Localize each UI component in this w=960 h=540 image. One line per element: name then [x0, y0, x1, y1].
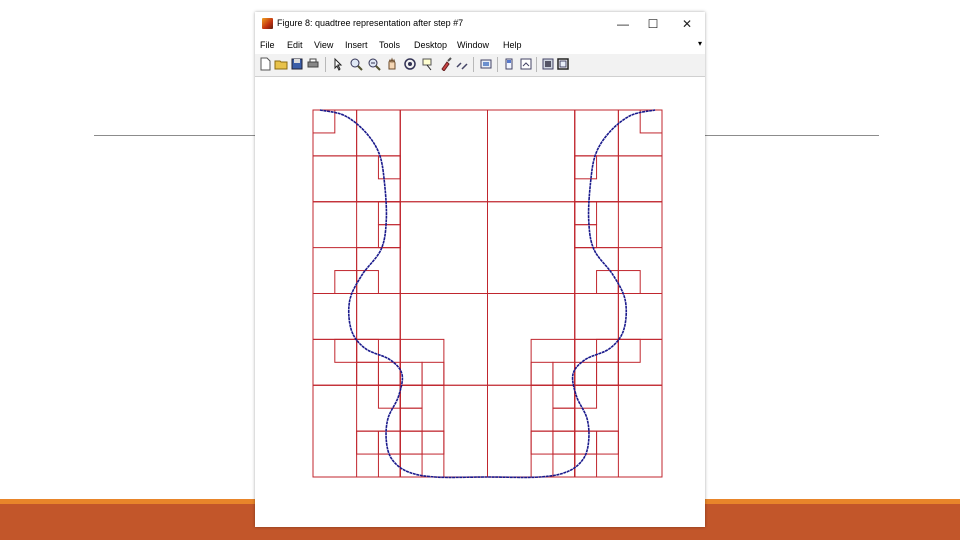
new-figure-icon[interactable] — [258, 57, 272, 71]
edit-plot-icon[interactable] — [331, 57, 345, 71]
quadtree-cell — [574, 293, 619, 340]
quadtree-cell — [487, 109, 576, 203]
quadtree-cell — [356, 430, 379, 455]
quadtree-cell — [574, 201, 598, 226]
quadtree-cell — [334, 338, 358, 363]
quadtree-cell — [399, 407, 423, 432]
quadtree-cell — [530, 361, 554, 386]
quadtree-cell — [377, 201, 401, 226]
quadtree-cell — [574, 430, 598, 455]
menu-view[interactable]: View — [314, 40, 333, 50]
figure-window: Figure 8: quadtree representation after … — [255, 12, 705, 527]
quadtree-cell — [530, 430, 554, 455]
quadtree-cell — [596, 430, 619, 455]
slide-divider-right — [704, 135, 879, 136]
menu-overflow-icon[interactable]: ▾ — [698, 39, 702, 48]
open-file-icon[interactable] — [274, 57, 288, 71]
window-title: Figure 8: quadtree representation after … — [277, 18, 464, 28]
toolbar-separator — [497, 57, 498, 72]
quadtree-cell — [399, 361, 423, 386]
close-button[interactable]: ✕ — [673, 15, 701, 33]
menu-tools[interactable]: Tools — [379, 40, 400, 50]
quadtree-cell — [617, 155, 663, 203]
quadtree-cell — [596, 361, 619, 386]
quadtree-cell — [399, 201, 488, 294]
quadtree-cell — [552, 361, 576, 386]
toolbar-separator — [473, 57, 474, 72]
menu-desktop[interactable]: Desktop — [414, 40, 447, 50]
quadtree-cell — [356, 270, 379, 294]
menu-insert[interactable]: Insert — [345, 40, 368, 50]
zoom-out-icon[interactable] — [367, 57, 381, 71]
quadtree-cell — [552, 384, 576, 409]
quadtree-cell — [377, 224, 401, 249]
insert-legend-icon[interactable] — [502, 57, 516, 71]
quadtree-cell — [487, 201, 576, 294]
menu-help[interactable]: Help — [503, 40, 522, 50]
quadtree-cell — [552, 430, 576, 455]
title-bar[interactable]: Figure 8: quadtree representation after … — [255, 12, 705, 36]
quadtree-cell — [312, 155, 358, 203]
data-cursor-icon[interactable] — [421, 57, 435, 71]
hide-plot-tools-icon[interactable] — [519, 57, 533, 71]
quadtree-cell — [617, 338, 641, 363]
quadtree-plot — [312, 109, 663, 479]
menu-edit[interactable]: Edit — [287, 40, 303, 50]
quadtree-cell — [421, 430, 445, 455]
show-plot-tools-icon[interactable] — [541, 57, 555, 71]
quadtree-cell — [356, 293, 401, 340]
link-plot-icon[interactable] — [455, 57, 469, 71]
print-icon[interactable] — [306, 57, 320, 71]
quadtree-cell — [574, 224, 598, 249]
quadtree-cell — [552, 407, 576, 432]
brush-icon[interactable] — [439, 57, 453, 71]
zoom-in-icon[interactable] — [349, 57, 363, 71]
quadtree-cell — [399, 430, 423, 455]
figure-toolbar — [255, 54, 705, 77]
rotate-3d-icon[interactable] — [403, 57, 417, 71]
quadtree-cell — [574, 384, 598, 409]
quadtree-cell — [596, 270, 619, 294]
quadtree-cell — [421, 361, 445, 386]
quadtree-cell — [377, 384, 401, 409]
quadtree-cell — [356, 361, 379, 386]
quadtree-cell — [377, 430, 401, 455]
quadtree-cell — [574, 109, 619, 157]
quadtree-cell — [399, 109, 488, 203]
quadtree-cell — [639, 109, 663, 134]
quadtree-cell — [356, 109, 401, 157]
maximize-button[interactable]: ☐ — [639, 15, 667, 33]
matlab-app-icon — [262, 18, 273, 29]
toolbar-separator — [536, 57, 537, 72]
dock-figure-icon[interactable] — [556, 57, 570, 71]
menu-bar: File Edit View Insert Tools Desktop Wind… — [255, 36, 705, 54]
menu-file[interactable]: File — [260, 40, 275, 50]
menu-window[interactable]: Window — [457, 40, 489, 50]
quadtree-cell — [312, 109, 336, 134]
minimize-button[interactable]: — — [609, 15, 637, 33]
insert-colorbar-icon[interactable] — [479, 57, 493, 71]
quadtree-cell — [399, 384, 423, 409]
save-icon[interactable] — [290, 57, 304, 71]
figure-canvas[interactable] — [255, 77, 705, 527]
pan-icon[interactable] — [385, 57, 399, 71]
slide-divider-left — [94, 135, 256, 136]
toolbar-separator — [325, 57, 326, 72]
